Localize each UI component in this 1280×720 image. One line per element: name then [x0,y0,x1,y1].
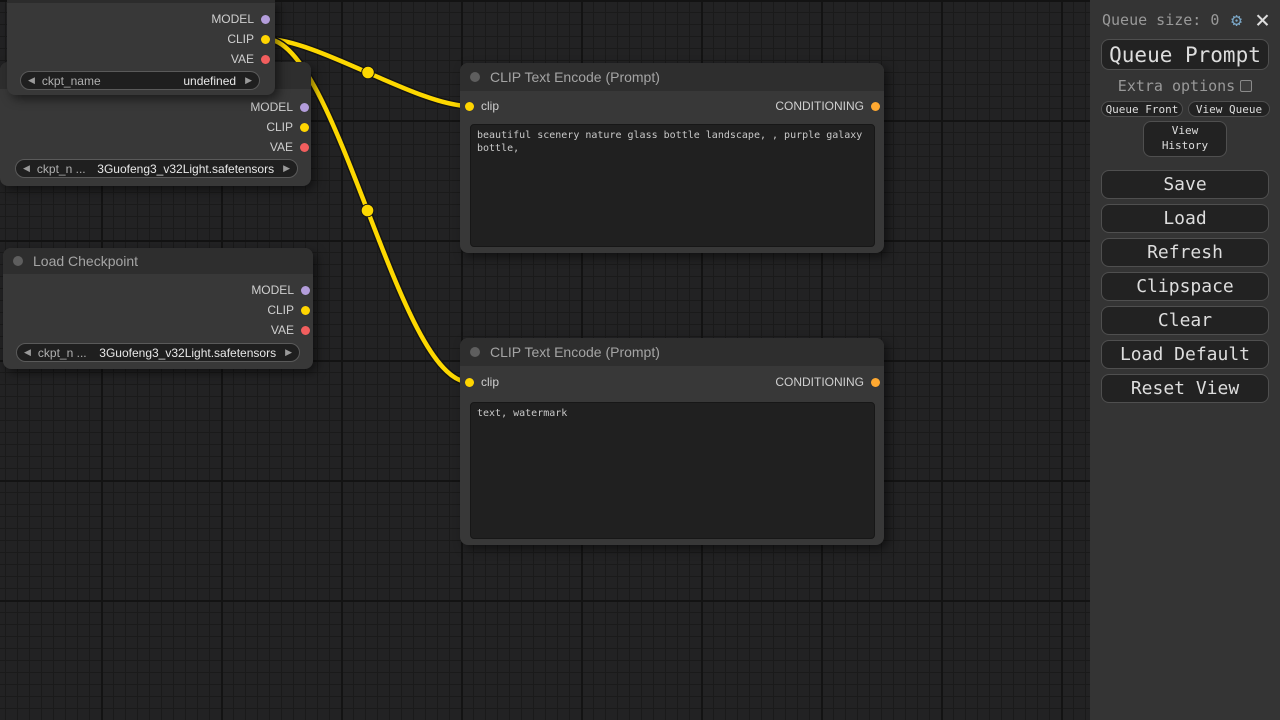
extra-options-row: Extra options [1090,78,1280,94]
ckpt-name-combo[interactable]: ◀ ckpt_n ... 3Guofeng3_v32Light.safetens… [15,159,298,178]
collapse-dot-icon[interactable] [470,72,480,82]
prev-arrow-icon[interactable]: ◀ [23,163,30,174]
slot-label: clip [481,99,499,113]
slot-label: CONDITIONING [775,375,864,389]
model-slot-dot-icon[interactable] [300,103,309,112]
widget-label: ckpt_n ... [37,162,86,176]
extra-options-label: Extra options [1118,77,1235,95]
node-title: CLIP Text Encode (Prompt) [490,69,660,85]
node-title-bar[interactable] [7,0,275,3]
load-button[interactable]: Load [1101,204,1269,233]
positive-prompt-textarea[interactable]: beautiful scenery nature glass bottle la… [470,124,875,247]
slot-label: MODEL [250,100,293,114]
refresh-button[interactable]: Refresh [1101,238,1269,267]
output-slot-model[interactable]: MODEL [251,281,310,299]
menu-buttons-group: Save Load Refresh Clipspace Clear Load D… [1090,170,1280,403]
queue-size-label: Queue size: 0 [1102,11,1231,29]
queue-prompt-button[interactable]: Queue Prompt [1101,39,1269,70]
node-graph-canvas[interactable]: MODEL CLIP VAE ◀ ckpt_n ... 3Guofeng3_v3… [0,0,1090,720]
node-title: Load Checkpoint [33,253,138,269]
queue-status-row: Queue size: 0 ⚙ × [1102,8,1270,32]
output-slot-vae[interactable]: VAE [271,321,310,339]
slot-label: clip [481,375,499,389]
close-icon[interactable]: × [1255,10,1270,30]
ckpt-name-combo[interactable]: ◀ ckpt_name undefined ▶ [20,71,260,90]
slot-label: VAE [270,140,293,154]
settings-gear-icon[interactable]: ⚙ [1231,10,1242,31]
conditioning-slot-dot-icon[interactable] [871,378,880,387]
next-arrow-icon[interactable]: ▶ [285,347,292,358]
queue-front-button[interactable]: Queue Front [1101,101,1183,117]
slot-label: CLIP [267,303,294,317]
queue-actions-row: Queue Front View Queue [1101,101,1270,117]
node-title-bar[interactable]: CLIP Text Encode (Prompt) [460,338,884,366]
vae-slot-dot-icon[interactable] [300,143,309,152]
comfy-menu-panel: Queue size: 0 ⚙ × Queue Prompt Extra opt… [1090,0,1280,720]
widget-value: 3Guofeng3_v32Light.safetensors [99,346,276,360]
input-slot-clip[interactable]: clip [465,97,499,115]
negative-prompt-textarea[interactable]: text, watermark [470,402,875,539]
node-checkpoint-top[interactable]: MODEL CLIP VAE ◀ ckpt_name undefined ▶ [7,0,275,95]
model-slot-dot-icon[interactable] [301,286,310,295]
output-slot-model[interactable]: MODEL [211,10,270,28]
slot-label: CONDITIONING [775,99,864,113]
output-slot-conditioning[interactable]: CONDITIONING [775,373,880,391]
node-title-bar[interactable]: Load Checkpoint [3,248,313,274]
slot-label: CLIP [266,120,293,134]
clip-slot-dot-icon[interactable] [301,306,310,315]
output-slot-clip[interactable]: CLIP [227,30,270,48]
clip-slot-dot-icon[interactable] [261,35,270,44]
slot-label: MODEL [251,283,294,297]
widget-label: ckpt_name [42,74,101,88]
prev-arrow-icon[interactable]: ◀ [28,75,35,86]
model-slot-dot-icon[interactable] [261,15,270,24]
output-slot-vae[interactable]: VAE [231,50,270,68]
collapse-dot-icon[interactable] [470,347,480,357]
reset-view-button[interactable]: Reset View [1101,374,1269,403]
vae-slot-dot-icon[interactable] [261,55,270,64]
prev-arrow-icon[interactable]: ◀ [24,347,31,358]
widget-value: 3Guofeng3_v32Light.safetensors [97,162,274,176]
ckpt-name-combo[interactable]: ◀ ckpt_n ... 3Guofeng3_v32Light.safetens… [16,343,300,362]
vae-slot-dot-icon[interactable] [301,326,310,335]
node-clip-encode-positive[interactable]: CLIP Text Encode (Prompt) clip CONDITION… [460,63,884,253]
next-arrow-icon[interactable]: ▶ [245,75,252,86]
node-title: CLIP Text Encode (Prompt) [490,344,660,360]
output-slot-vae[interactable]: VAE [270,138,309,156]
node-clip-encode-negative[interactable]: CLIP Text Encode (Prompt) clip CONDITION… [460,338,884,545]
input-slot-clip[interactable]: clip [465,373,499,391]
widget-label: ckpt_n ... [38,346,87,360]
save-button[interactable]: Save [1101,170,1269,199]
node-title-bar[interactable]: CLIP Text Encode (Prompt) [460,63,884,91]
clip-slot-dot-icon[interactable] [300,123,309,132]
node-load-checkpoint[interactable]: Load Checkpoint MODEL CLIP VAE ◀ ckpt_n … [3,248,313,369]
output-slot-model[interactable]: MODEL [250,98,309,116]
clipspace-button[interactable]: Clipspace [1101,272,1269,301]
output-slot-clip[interactable]: CLIP [267,301,310,319]
slot-label: VAE [231,52,254,66]
widget-value: undefined [183,74,236,88]
next-arrow-icon[interactable]: ▶ [283,163,290,174]
slot-label: VAE [271,323,294,337]
slot-label: MODEL [211,12,254,26]
extra-options-checkbox[interactable] [1240,80,1252,92]
collapse-dot-icon[interactable] [13,256,23,266]
view-history-button[interactable]: View History [1143,121,1227,157]
view-queue-button[interactable]: View Queue [1188,101,1270,117]
output-slot-clip[interactable]: CLIP [266,118,309,136]
conditioning-slot-dot-icon[interactable] [871,102,880,111]
output-slot-conditioning[interactable]: CONDITIONING [775,97,880,115]
load-default-button[interactable]: Load Default [1101,340,1269,369]
slot-label: CLIP [227,32,254,46]
clip-input-dot-icon[interactable] [465,102,474,111]
clip-input-dot-icon[interactable] [465,378,474,387]
clear-button[interactable]: Clear [1101,306,1269,335]
